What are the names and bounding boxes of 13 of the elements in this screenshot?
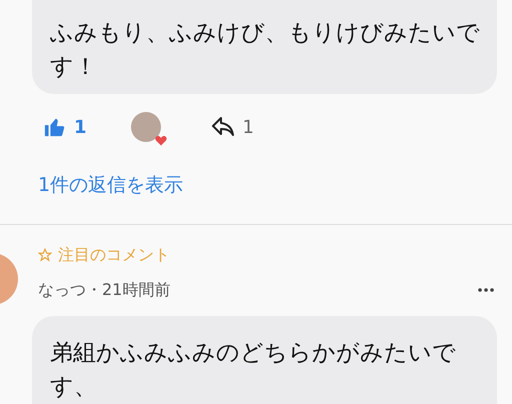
star-icon bbox=[38, 248, 52, 262]
author-time: なっつ・21時間前 bbox=[38, 280, 170, 300]
heart-icon bbox=[154, 135, 167, 146]
show-replies-link[interactable]: 1件の返信を表示 bbox=[38, 172, 184, 198]
comment-bubble: ふみもり、ふみけび、もりけびみたいです！ bbox=[32, 0, 497, 94]
featured-label: 注目のコメント bbox=[58, 244, 170, 266]
thumbs-up-icon bbox=[44, 116, 66, 138]
more-icon[interactable] bbox=[478, 288, 494, 292]
reply-icon bbox=[210, 116, 235, 138]
like-button[interactable]: 1 bbox=[44, 116, 87, 138]
reactor-avatar bbox=[130, 112, 161, 142]
reply-button[interactable]: 1 bbox=[210, 116, 254, 138]
comment-bubble: 弟組かふみふみのどちらかがみたいです、 bbox=[32, 316, 497, 404]
